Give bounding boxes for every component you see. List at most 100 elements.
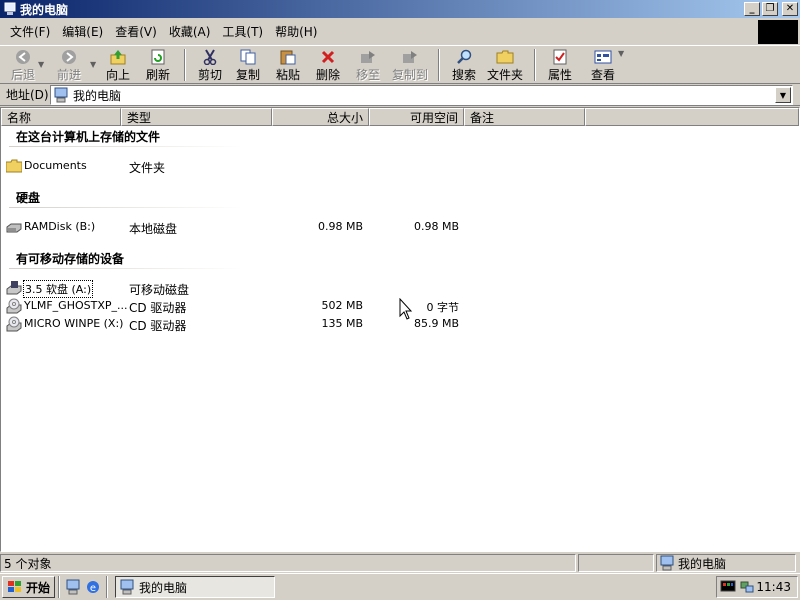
delete-x-icon — [319, 49, 337, 65]
window-title: 我的电脑 — [20, 2, 69, 17]
my-computer-icon — [66, 579, 80, 595]
views-icon — [594, 49, 612, 65]
back-button[interactable]: 后退 — [6, 46, 40, 82]
group-title-hard-disks: 硬盘 — [16, 191, 41, 205]
address-input[interactable]: 我的电脑 ▼ — [50, 85, 793, 105]
close-button[interactable]: ✕ — [782, 2, 798, 16]
menu-tools[interactable]: 工具(T) — [216, 21, 269, 42]
menu-file[interactable]: 文件(F) — [4, 21, 56, 42]
item-name: RAMDisk (B:) — [24, 220, 96, 233]
item-name: YLMF_GHOSTXP_... — [24, 299, 128, 312]
back-dropdown-icon[interactable]: ▼ — [38, 60, 46, 69]
copy-icon — [239, 49, 257, 65]
group-title-removable: 有可移动存储的设备 — [16, 252, 125, 266]
forward-dropdown-icon[interactable]: ▼ — [90, 60, 98, 69]
restore-button[interactable]: ❐ — [762, 2, 778, 16]
status-location-pane: 我的电脑 — [656, 554, 796, 572]
task-label: 我的电脑 — [139, 580, 188, 595]
list-item-floppy[interactable]: 3.5 软盘 (A:) 可移动磁盘 — [1, 279, 471, 298]
item-name: Documents — [24, 159, 87, 172]
column-header-comment[interactable]: 备注 — [464, 108, 585, 126]
column-header-total-size[interactable]: 总大小 — [272, 108, 369, 126]
copy-button[interactable]: 复制 — [228, 46, 268, 82]
menu-help[interactable]: 帮助(H) — [269, 21, 323, 42]
item-type: 本地磁盘 — [129, 222, 178, 236]
toolbar-separator — [438, 49, 440, 81]
copy-label: 复制 — [235, 68, 260, 82]
column-header-type[interactable]: 类型 — [121, 108, 272, 126]
paste-button[interactable]: 粘贴 — [268, 46, 308, 82]
start-button[interactable]: 开始 — [2, 576, 56, 598]
quicklaunch-internet-explorer[interactable]: e — [83, 577, 103, 597]
floppy-drive-icon — [6, 281, 22, 295]
copy-to-button[interactable]: 复制到 — [388, 46, 432, 82]
cut-button[interactable]: 剪切 — [192, 46, 228, 82]
move-to-button[interactable]: 移至 — [348, 46, 388, 82]
search-button[interactable]: 搜索 — [446, 46, 482, 82]
copy-to-icon — [401, 49, 419, 65]
search-label: 搜索 — [451, 68, 476, 82]
item-type: 可移动磁盘 — [129, 283, 190, 297]
cd-drive-icon — [6, 298, 22, 314]
network-icon[interactable] — [739, 580, 755, 594]
copy-to-label: 复制到 — [391, 68, 428, 82]
address-dropdown-icon[interactable]: ▼ — [775, 87, 791, 103]
views-button[interactable]: 查看 — [586, 46, 620, 82]
item-type: CD 驱动器 — [129, 319, 187, 333]
views-label: 查看 — [590, 68, 615, 82]
paste-label: 粘贴 — [275, 68, 300, 82]
taskbar-divider — [58, 576, 61, 598]
taskbar: 开始 e 我的电脑 11:43 — [0, 573, 800, 600]
internet-explorer-icon: e — [87, 581, 100, 594]
display-icon[interactable] — [720, 580, 736, 594]
item-total-size: 0.98 MB — [317, 220, 363, 233]
address-bar: 地址(D) 我的电脑 ▼ — [0, 84, 800, 106]
up-button[interactable]: 向上 — [98, 46, 138, 82]
item-name: 3.5 软盘 (A:) — [22, 280, 94, 298]
group-divider — [9, 268, 244, 269]
address-value: 我的电脑 — [73, 88, 122, 103]
delete-button[interactable]: 删除 — [308, 46, 348, 82]
column-header-row: 名称 类型 总大小 可用空间 备注 — [1, 108, 799, 126]
item-total-size: 135 MB — [321, 317, 363, 330]
move-to-label: 移至 — [355, 68, 380, 82]
scissors-icon — [201, 49, 219, 65]
views-dropdown-icon[interactable]: ▼ — [618, 49, 626, 58]
file-list-view[interactable]: 名称 类型 总大小 可用空间 备注 在这台计算机上存储的文件 Documents… — [0, 107, 800, 552]
mouse-cursor-icon — [399, 298, 413, 320]
folders-label: 文件夹 — [486, 68, 523, 82]
column-header-spacer — [585, 108, 799, 126]
back-label: 后退 — [10, 68, 35, 82]
menu-view[interactable]: 查看(V) — [109, 21, 163, 42]
my-computer-icon — [4, 2, 16, 15]
menu-edit[interactable]: 编辑(E) — [56, 21, 109, 42]
folders-button[interactable]: 文件夹 — [482, 46, 528, 82]
folder-up-icon — [109, 49, 127, 65]
item-name: MICRO WINPE (X:) — [24, 317, 124, 330]
minimize-button[interactable]: _ — [744, 2, 760, 16]
title-bar: 我的电脑 _ ❐ ✕ — [0, 0, 800, 18]
list-item-ramdisk[interactable]: RAMDisk (B:) 本地磁盘 0.98 MB 0.98 MB — [1, 218, 471, 236]
menu-favorites[interactable]: 收藏(A) — [163, 21, 217, 42]
quicklaunch-my-computer[interactable] — [63, 577, 83, 597]
move-to-icon — [359, 49, 377, 65]
taskbar-button-my-computer[interactable]: 我的电脑 — [115, 576, 276, 598]
column-header-free-space[interactable]: 可用空间 — [369, 108, 464, 126]
column-header-name[interactable]: 名称 — [1, 108, 121, 126]
properties-label: 属性 — [547, 68, 572, 82]
list-item-documents[interactable]: Documents 文件夹 — [1, 157, 471, 175]
group-title-stored-files: 在这台计算机上存储的文件 — [16, 130, 161, 144]
start-label: 开始 — [26, 580, 51, 595]
address-label: 地址(D) — [6, 88, 49, 102]
refresh-label: 刷新 — [145, 68, 170, 82]
cd-drive-icon — [6, 316, 22, 332]
refresh-button[interactable]: 刷新 — [138, 46, 178, 82]
properties-button[interactable]: 属性 — [542, 46, 578, 82]
status-object-count: 5 个对象 — [0, 554, 576, 572]
folder-icon — [6, 159, 22, 173]
status-location: 我的电脑 — [678, 556, 727, 571]
back-arrow-icon — [14, 49, 32, 65]
paste-icon — [279, 49, 297, 65]
forward-arrow-icon — [60, 49, 78, 65]
forward-button[interactable]: 前进 — [46, 46, 92, 82]
